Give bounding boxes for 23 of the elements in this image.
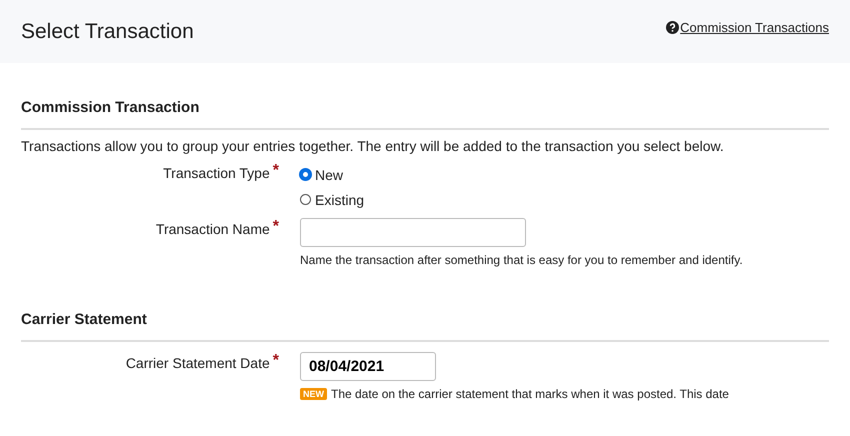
help-link[interactable]: Commission Transactions [666,20,829,35]
page-title: Select Transaction [21,20,194,44]
help-text: The date on the carrier statement that marks when it was posted. This date [331,387,729,401]
option-label: Existing [315,192,364,208]
required-mark: * [272,218,279,236]
field-label: Transaction Name [156,220,270,237]
radio-option[interactable]: Existing [300,187,364,212]
option-label: New [315,166,344,182]
radio-option[interactable]: New [300,162,364,187]
section-heading: Commission Transaction [21,99,829,130]
input-field[interactable] [300,218,526,247]
field-label: Transaction Type [163,164,270,181]
radio-button[interactable] [300,169,311,180]
section-heading: Carrier Statement [21,311,829,342]
help-icon [666,21,680,34]
intro-text: Transactions allow you to group your entries together. The entry will be added to the transaction you select below. [21,138,725,154]
required-mark: * [272,162,279,180]
required-mark: * [272,352,279,370]
radio-button[interactable] [300,194,311,205]
help-text: Name the transaction after something that is easy for you to remember and identify. [300,253,743,267]
new-badge: NEW [300,388,327,400]
field-label: Carrier Statement Date [126,354,270,371]
date-field[interactable]: 08/04/2021 [300,352,436,381]
